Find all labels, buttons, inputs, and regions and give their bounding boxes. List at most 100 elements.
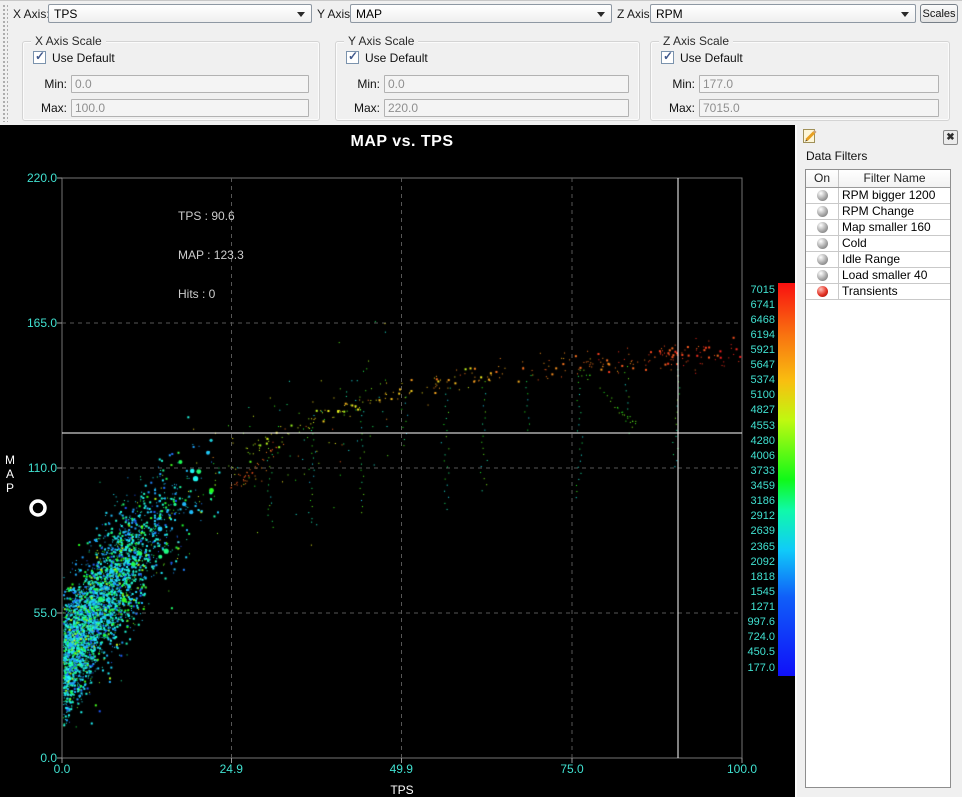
checkmark-icon: ✓ (35, 49, 45, 63)
y-axis-letter: P (3, 481, 17, 495)
filter-on-cell (806, 188, 839, 203)
filter-row: Transients (806, 284, 950, 300)
filter-table-header: On Filter Name (806, 170, 950, 188)
filter-off-indicator[interactable] (817, 254, 828, 265)
colorbar-tick-label: 2365 (723, 541, 775, 553)
y-axis-letter: A (3, 467, 17, 481)
z-use-default-checkbox[interactable]: ✓ (661, 51, 674, 64)
z-min-label: Min: (651, 77, 695, 91)
colorbar-tick-label: 7015 (723, 284, 775, 296)
close-icon[interactable]: ✖ (943, 130, 958, 145)
cursor-hits-readout: Hits : 0 (178, 288, 244, 301)
filter-row: Cold (806, 236, 950, 252)
filter-on-cell (806, 204, 839, 219)
x-min-label: Min: (23, 77, 67, 91)
cursor-map-readout: MAP : 123.3 (178, 249, 244, 262)
filter-row: RPM Change (806, 204, 950, 220)
filter-off-indicator[interactable] (817, 238, 828, 249)
filter-off-indicator[interactable] (817, 222, 828, 233)
colorbar-tick-label: 1545 (723, 586, 775, 598)
x-scale-title: X Axis Scale (31, 34, 106, 48)
z-max-input[interactable] (699, 99, 939, 117)
filter-off-indicator[interactable] (817, 270, 828, 281)
scales-button[interactable]: Scales (920, 4, 958, 23)
colorbar-tick-label: 4553 (723, 420, 775, 432)
x-max-label: Max: (23, 101, 67, 115)
filter-on-cell (806, 284, 839, 299)
x-tick-label: 24.9 (201, 762, 261, 776)
chevron-down-icon (901, 12, 909, 17)
z-use-default-label: Use Default (680, 51, 743, 65)
ring-marker[interactable] (31, 501, 45, 515)
colorbar (778, 283, 795, 676)
y-min-input[interactable] (384, 75, 629, 93)
filter-name[interactable]: Map smaller 160 (839, 220, 950, 235)
colorbar-tick-label: 6468 (723, 314, 775, 326)
y-axis-label: Y Axis: (317, 7, 353, 21)
z-axis-scale-group: Z Axis Scale ✓ Use Default Min: Max: (650, 41, 950, 121)
data-filters-panel: ✖ Data Filters On Filter Name RPM bigger… (795, 125, 962, 797)
filter-name[interactable]: RPM bigger 1200 (839, 188, 950, 203)
filter-on-indicator[interactable] (817, 286, 828, 297)
y-axis-letter: M (3, 453, 17, 467)
z-min-input[interactable] (699, 75, 939, 93)
cursor-readout: TPS : 90.6 MAP : 123.3 Hits : 0 (178, 184, 244, 327)
chevron-down-icon (297, 12, 305, 17)
filter-on-cell (806, 236, 839, 251)
y-use-default-checkbox[interactable]: ✓ (346, 51, 359, 64)
colorbar-tick-label: 6741 (723, 299, 775, 311)
filter-name[interactable]: Load smaller 40 (839, 268, 950, 283)
y-axis-select[interactable]: MAP (350, 4, 612, 23)
x-tick-label: 100.0 (712, 762, 772, 776)
colorbar-tick-label: 997.6 (723, 616, 775, 628)
colorbar-tick-label: 5647 (723, 359, 775, 371)
filter-name[interactable]: Transients (839, 284, 950, 299)
filter-on-cell (806, 220, 839, 235)
x-use-default-checkbox[interactable]: ✓ (33, 51, 46, 64)
col-header-filter-name[interactable]: Filter Name (839, 170, 950, 187)
z-axis-select[interactable]: RPM (650, 4, 916, 23)
y-axis-value: MAP (356, 7, 382, 21)
filter-on-cell (806, 268, 839, 283)
x-axis-title: TPS (302, 783, 502, 797)
colorbar-tick-label: 177.0 (723, 662, 775, 674)
x-max-input[interactable] (71, 99, 309, 117)
col-header-on[interactable]: On (806, 170, 839, 187)
x-axis-label: X Axis: (13, 7, 50, 21)
y-max-label: Max: (336, 101, 380, 115)
filter-off-indicator[interactable] (817, 206, 828, 217)
filter-table: On Filter Name RPM bigger 1200RPM Change… (805, 169, 951, 788)
y-axis-scale-group: Y Axis Scale ✓ Use Default Min: Max: (335, 41, 640, 121)
filter-name[interactable]: RPM Change (839, 204, 950, 219)
edit-pencil-icon[interactable] (802, 128, 818, 144)
filter-name[interactable]: Idle Range (839, 252, 950, 267)
colorbar-tick-label: 1271 (723, 601, 775, 613)
filter-row: Load smaller 40 (806, 268, 950, 284)
filter-name[interactable]: Cold (839, 236, 950, 251)
y-max-input[interactable] (384, 99, 629, 117)
x-axis-value: TPS (54, 7, 77, 21)
x-min-input[interactable] (71, 75, 309, 93)
filter-row: Idle Range (806, 252, 950, 268)
filter-off-indicator[interactable] (817, 190, 828, 201)
toolbar-grip[interactable] (2, 4, 8, 122)
chevron-down-icon (597, 12, 605, 17)
colorbar-tick-label: 4280 (723, 435, 775, 447)
colorbar-tick-label: 1818 (723, 571, 775, 583)
colorbar-tick-label: 5374 (723, 374, 775, 386)
y-tick-label: 55.0 (1, 606, 57, 620)
filter-on-cell (806, 252, 839, 267)
y-tick-label: 0.0 (1, 751, 57, 765)
x-axis-select[interactable]: TPS (48, 4, 312, 23)
chart-title: MAP vs. TPS (202, 133, 602, 151)
colorbar-tick-label: 2639 (723, 525, 775, 537)
x-axis-scale-group: X Axis Scale ✓ Use Default Min: Max: (22, 41, 320, 121)
cursor-tps-readout: TPS : 90.6 (178, 210, 244, 223)
colorbar-tick-label: 2912 (723, 510, 775, 522)
colorbar-tick-label: 724.0 (723, 631, 775, 643)
x-tick-label: 75.0 (542, 762, 602, 776)
y-tick-label: 165.0 (1, 316, 57, 330)
z-axis-label: Z Axis: (617, 7, 653, 21)
filter-rows: RPM bigger 1200RPM ChangeMap smaller 160… (806, 188, 950, 300)
z-scale-title: Z Axis Scale (659, 34, 733, 48)
